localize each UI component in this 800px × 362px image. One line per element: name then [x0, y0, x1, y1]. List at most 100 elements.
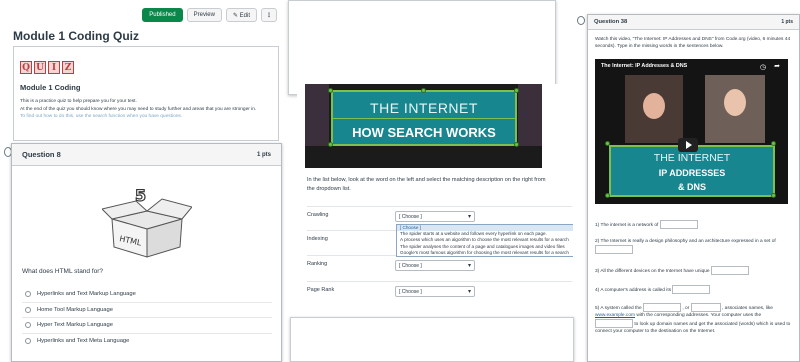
speaker-face	[643, 93, 665, 119]
resize-handle[interactable]	[421, 88, 426, 93]
question-intro: Watch this video, "The Internet: IP Addr…	[595, 37, 791, 49]
answer-option[interactable]: Home Tool Markup Language	[22, 301, 272, 318]
watch-later-icon[interactable]: ◷	[760, 63, 766, 71]
fill-sentence: 2) The Internet is really a design philo…	[595, 238, 795, 254]
radio-button[interactable]	[25, 322, 31, 329]
fill-sentence: 1) The internet is a network of	[595, 220, 795, 229]
answer-blank[interactable]	[659, 220, 698, 229]
answer-label: Hyper Text Markup Language	[37, 322, 113, 329]
video-subheading: & DNS	[677, 182, 706, 192]
resize-handle[interactable]	[771, 193, 776, 198]
sentence-text: 5) A system called the	[595, 305, 642, 311]
dropdown-option[interactable]: Google's most famous algorithm for choos…	[397, 250, 573, 256]
match-select[interactable]: [ Choose ]	[395, 260, 475, 271]
resize-handle[interactable]	[328, 142, 333, 147]
fill-sentence: 3) All the different devices on the Inte…	[595, 266, 795, 275]
dropdown-option[interactable]: A process which uses an algorithm to cho…	[397, 237, 573, 243]
resize-handle[interactable]	[514, 88, 519, 93]
question-8-card: Question 8 1 pts 5 HTML What does HTML s…	[11, 143, 282, 362]
match-dropdown-list[interactable]: [ Choose ] The spider starts at a websit…	[396, 224, 573, 258]
answer-option[interactable]: Hyper Text Markup Language	[22, 317, 272, 333]
sentence-text: , associates names,	[721, 305, 765, 311]
resize-handle[interactable]	[605, 141, 610, 146]
answer-blank[interactable]	[595, 319, 633, 328]
matching-instructions: In the list below, look at the word on t…	[307, 177, 546, 192]
video-side-right	[518, 84, 542, 146]
quiz-logo-letter: Z	[62, 61, 74, 74]
radio-button[interactable]	[25, 306, 31, 313]
matching-question: THE INTERNET HOW SEARCH WORKS In the lis…	[297, 84, 573, 316]
sentence-text: to look up domain names and get the asso…	[634, 321, 774, 327]
answer-option[interactable]: Hyperlinks and Text Meta Language	[22, 332, 272, 349]
speaker-face	[724, 89, 746, 116]
box-label-5: 5	[135, 189, 146, 205]
resize-handle[interactable]	[514, 142, 519, 147]
resize-handle[interactable]	[771, 141, 776, 146]
module-toolbar: Published Preview ✎ Edit ⋮	[142, 8, 277, 22]
blank-frame-top	[288, 0, 556, 95]
preview-button[interactable]: Preview	[186, 8, 222, 22]
resize-handle[interactable]	[328, 88, 333, 93]
radio-button[interactable]	[25, 290, 31, 297]
answer-blank[interactable]	[710, 266, 749, 275]
description-line: At the end of the quiz you should know w…	[20, 107, 257, 112]
dropdown-option[interactable]: The spider analyses the content of a pag…	[397, 244, 573, 250]
speaker-image	[705, 75, 765, 143]
question-header: Question 38 1 pts	[588, 15, 799, 30]
example-link[interactable]: www.example.com	[595, 313, 635, 318]
fill-sentence: 4) A computer's address is called its	[595, 285, 795, 294]
answer-blank[interactable]	[595, 245, 633, 254]
match-term: Crawling	[307, 212, 329, 218]
quiz-logo-letter: U	[34, 61, 46, 74]
resize-handle[interactable]	[605, 193, 610, 198]
video-heading: THE INTERNET	[653, 152, 731, 164]
html-box-illustration: 5 HTML	[102, 189, 192, 258]
answer-blank[interactable]	[690, 303, 721, 312]
dns-video[interactable]: The Internet: IP Addresses & DNS ◷ ➦ THE…	[595, 59, 788, 204]
match-term: Ranking	[307, 261, 328, 267]
question-flag-icon[interactable]	[577, 16, 585, 25]
question-title: Question 38	[594, 19, 628, 25]
published-button[interactable]: Published	[142, 8, 183, 22]
sentence-text: 4) A computer's address is called its	[595, 287, 672, 293]
answer-options: Hyperlinks and Text Markup Language Home…	[22, 286, 272, 348]
answer-option[interactable]: Hyperlinks and Text Markup Language	[22, 286, 272, 302]
match-row: Ranking [ Choose ]	[307, 255, 572, 277]
section-title: Module 1 Coding	[20, 83, 81, 92]
question-header: Question 8 1 pts	[12, 144, 281, 166]
match-term: Indexing	[307, 236, 328, 242]
video-title-card: THE INTERNET IP ADDRESSES & DNS	[609, 145, 775, 197]
radio-button[interactable]	[25, 338, 31, 345]
match-row: Page Rank [ Choose ]	[307, 281, 572, 303]
more-options-button[interactable]: ⋮	[261, 8, 277, 22]
share-icon[interactable]: ➦	[774, 62, 780, 70]
video-side-left	[305, 84, 329, 146]
question-38-card: Question 38 1 pts Watch this video, "The…	[587, 14, 800, 362]
play-icon[interactable]	[678, 138, 698, 152]
match-term: Page Rank	[307, 287, 335, 293]
video-title: The Internet: IP Addresses & DNS	[601, 63, 688, 69]
module-title: Module 1 Coding Quiz	[13, 29, 139, 43]
match-select[interactable]: [ Choose ]	[395, 286, 475, 297]
description-line: This is a practice quiz to help prepare …	[20, 99, 137, 104]
description-link[interactable]: To find out how to do this, use the sear…	[20, 114, 272, 119]
sentence-text: with the corresponding addresses. Your c…	[636, 313, 762, 318]
module-panel: Published Preview ✎ Edit ⋮ Module 1 Codi…	[0, 0, 289, 143]
blank-frame-bottom	[290, 317, 574, 362]
sentence-text: like	[765, 305, 773, 311]
video-subheading: HOW SEARCH WORKS	[352, 125, 496, 140]
sentence-text: 2) The Internet is really a design philo…	[595, 239, 776, 244]
answer-blank[interactable]	[643, 303, 682, 312]
question-points: 1 pts	[781, 19, 793, 25]
video-title-card: THE INTERNET HOW SEARCH WORKS	[331, 90, 517, 146]
question-title: Question 8	[22, 150, 61, 159]
quiz-logo-letter: I	[48, 61, 60, 74]
edit-button[interactable]: ✎ Edit	[225, 8, 257, 22]
match-select[interactable]: [ Choose ]	[395, 211, 475, 222]
question-prompt: What does HTML stand for?	[22, 268, 104, 275]
module-description: Q U I Z Module 1 Coding This is a practi…	[13, 46, 279, 141]
sentence-text: 1) The internet is a network of	[595, 222, 659, 228]
search-video[interactable]: THE INTERNET HOW SEARCH WORKS	[305, 84, 542, 168]
video-heading: THE INTERNET	[370, 100, 478, 116]
answer-blank[interactable]	[672, 285, 711, 294]
